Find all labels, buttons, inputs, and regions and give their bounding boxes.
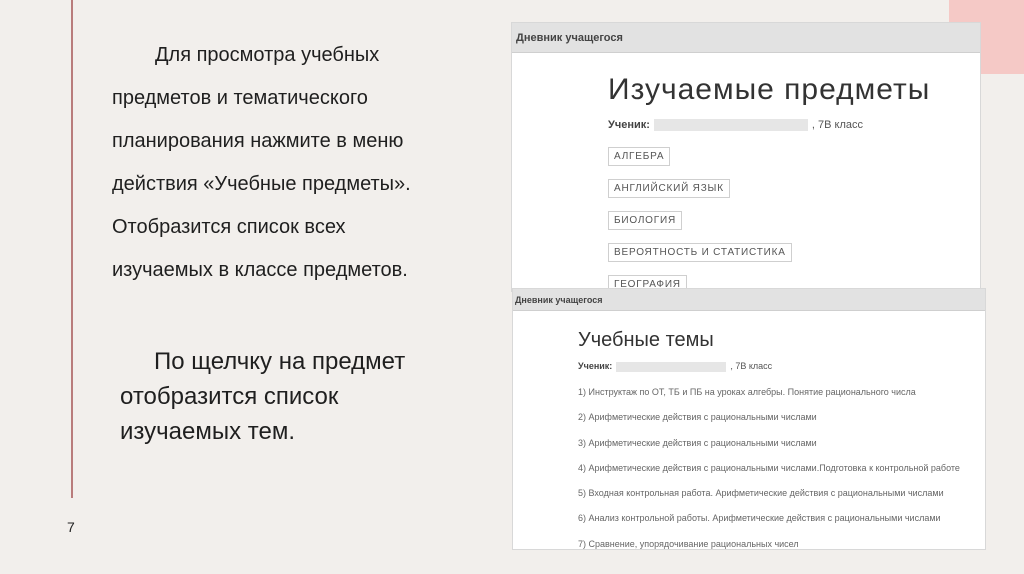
list-item: 6) Анализ контрольной работы. Арифметиче… <box>578 513 941 524</box>
list-item: 7) Сравнение, упорядочивание рациональны… <box>578 538 799 549</box>
diary-header: Дневник учащегося <box>513 289 985 311</box>
text-line: По щелчку на предмет <box>154 348 406 375</box>
list-item: 1) Инструктаж по ОТ, ТБ и ПБ на уроках а… <box>578 387 916 397</box>
text-line: изучаемых в классе предметов. <box>112 259 408 281</box>
class-label: , 7В класс <box>730 361 773 371</box>
text-line: изучаемых тем. <box>120 418 295 445</box>
student-name-redacted <box>616 361 727 372</box>
text-line: действия «Учебные предметы». <box>112 173 411 195</box>
text-line: отобразится список <box>120 383 339 410</box>
list-item: 5) Входная контрольная работа. Арифметич… <box>578 488 944 499</box>
text-line: Для просмотра учебных <box>155 44 380 66</box>
diary-header: Дневник учащегося <box>512 23 980 53</box>
class-label: , 7В класс <box>811 119 864 131</box>
list-item: 2) Арифметические действия с рациональны… <box>578 412 817 423</box>
subject-button-biology[interactable]: БИОЛОГИЯ <box>608 211 682 230</box>
list-item: 3) Арифметические действия с рациональны… <box>578 437 817 448</box>
subject-button-english[interactable]: АНГЛИЙСКИЙ ЯЗЫК <box>608 179 730 198</box>
student-info: Ученик: , 7В класс <box>608 119 864 132</box>
page-number: 7 <box>67 519 75 535</box>
text-line: предметов и тематического <box>112 87 368 109</box>
student-label: Ученик: <box>578 361 613 371</box>
instruction-paragraph: Для просмотра учебных предметов и темати… <box>112 34 472 292</box>
subject-button-algebra[interactable]: АЛГЕБРА <box>608 147 671 166</box>
student-name-redacted <box>653 119 808 132</box>
student-info: Ученик: , 7В класс <box>578 361 772 372</box>
student-label: Ученик: <box>608 119 650 131</box>
accent-line <box>71 0 73 498</box>
page-title: Учебные темы <box>578 329 714 351</box>
text-line: планирования нажмите в меню <box>112 130 404 152</box>
text-line: Отобразится список всех <box>112 216 346 238</box>
subject-list: АЛГЕБРА АНГЛИЙСКИЙ ЯЗЫК БИОЛОГИЯ ВЕРОЯТН… <box>608 147 792 291</box>
subject-button-probability[interactable]: ВЕРОЯТНОСТЬ И СТАТИСТИКА <box>608 243 792 262</box>
list-item: 4) Арифметические действия с рациональны… <box>578 462 960 473</box>
click-hint-paragraph: По щелчку на предмет отобразится список … <box>120 344 480 449</box>
page-title: Изучаемые предметы <box>608 73 931 106</box>
subjects-screenshot: Дневник учащегося Изучаемые предметы Уче… <box>511 22 981 292</box>
topics-screenshot: Дневник учащегося Учебные темы Ученик: , … <box>512 288 986 550</box>
topic-list: 1) Инструктаж по ОТ, ТБ и ПБ на уроках а… <box>578 386 960 549</box>
